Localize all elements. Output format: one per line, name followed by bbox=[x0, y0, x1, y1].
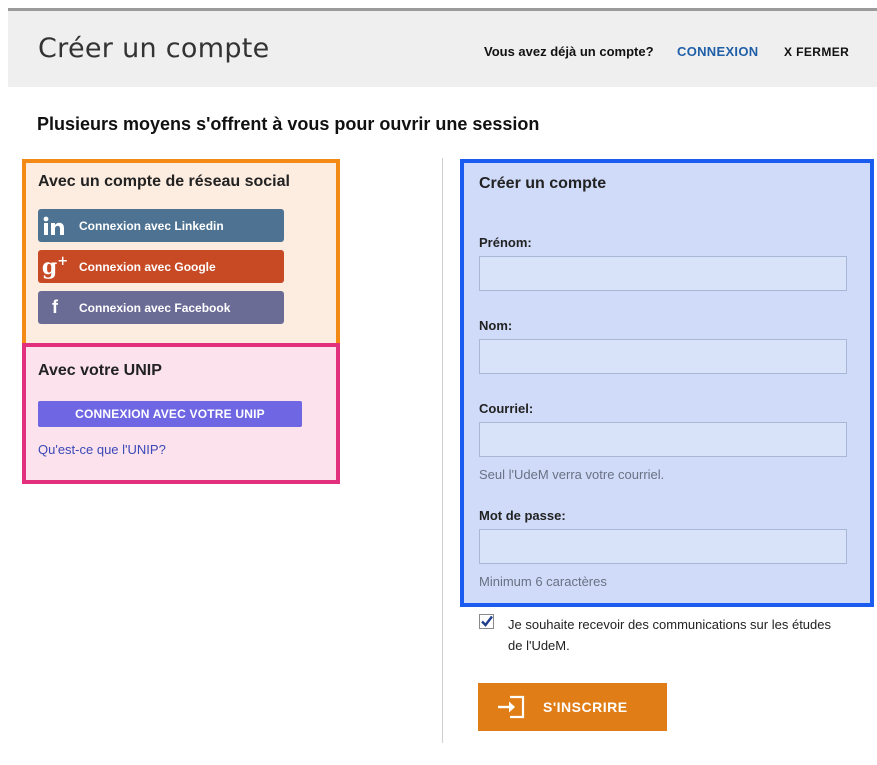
facebook-login-button[interactable]: f Connexion avec Facebook bbox=[38, 291, 284, 324]
unip-login-section: Avec votre UNIP CONNEXION AVEC VOTRE UNI… bbox=[22, 343, 340, 484]
facebook-button-label: Connexion avec Facebook bbox=[79, 301, 231, 315]
unip-help-link[interactable]: Qu'est-ce que l'UNIP? bbox=[38, 442, 166, 457]
already-account-text: Vous avez déjà un compte? bbox=[484, 44, 654, 59]
newsletter-label: Je souhaite recevoir des communications … bbox=[508, 617, 831, 653]
password-input[interactable] bbox=[479, 529, 847, 564]
social-section-title: Avec un compte de réseau social bbox=[38, 173, 290, 190]
first-name-input[interactable] bbox=[479, 256, 847, 291]
close-button[interactable]: X FERMER bbox=[784, 45, 849, 59]
google-button-label: Connexion avec Google bbox=[79, 260, 216, 274]
sign-in-icon bbox=[498, 695, 525, 719]
email-input[interactable] bbox=[479, 422, 847, 457]
signup-button-label: S'INSCRIRE bbox=[543, 699, 628, 715]
linkedin-login-button[interactable]: Connexion avec Linkedin bbox=[38, 209, 284, 242]
create-account-form: Créer un compte Prénom: Nom: Courriel: S… bbox=[460, 159, 874, 607]
first-name-label: Prénom: bbox=[479, 235, 532, 250]
social-login-section: Avec un compte de réseau social Connexio… bbox=[22, 159, 340, 343]
headline: Plusieurs moyens s'offrent à vous pour o… bbox=[37, 114, 540, 134]
last-name-label: Nom: bbox=[479, 318, 513, 333]
form-title: Créer un compte bbox=[479, 175, 607, 192]
linkedin-icon bbox=[38, 209, 72, 242]
newsletter-checkbox[interactable] bbox=[479, 614, 494, 629]
unip-login-button[interactable]: CONNEXION AVEC VOTRE UNIP bbox=[38, 401, 302, 427]
password-hint: Minimum 6 caractères bbox=[479, 574, 607, 589]
google-plus-icon: g + bbox=[41, 253, 69, 280]
linkedin-button-label: Connexion avec Linkedin bbox=[79, 219, 224, 233]
column-divider bbox=[442, 158, 443, 743]
checkmark-icon bbox=[481, 615, 493, 627]
page-title: Créer un compte bbox=[38, 33, 270, 64]
email-hint: Seul l'UdeM verra votre courriel. bbox=[479, 467, 665, 482]
last-name-input[interactable] bbox=[479, 339, 847, 374]
page-header: Créer un compte Vous avez déjà un compte… bbox=[8, 11, 877, 87]
login-link[interactable]: CONNEXION bbox=[677, 44, 758, 59]
google-login-button[interactable]: g + Connexion avec Google bbox=[38, 250, 284, 283]
facebook-icon: f bbox=[52, 297, 58, 317]
email-label: Courriel: bbox=[479, 401, 534, 416]
signup-button[interactable]: S'INSCRIRE bbox=[478, 683, 667, 731]
password-label: Mot de passe: bbox=[479, 508, 566, 523]
unip-section-title: Avec votre UNIP bbox=[38, 362, 162, 379]
